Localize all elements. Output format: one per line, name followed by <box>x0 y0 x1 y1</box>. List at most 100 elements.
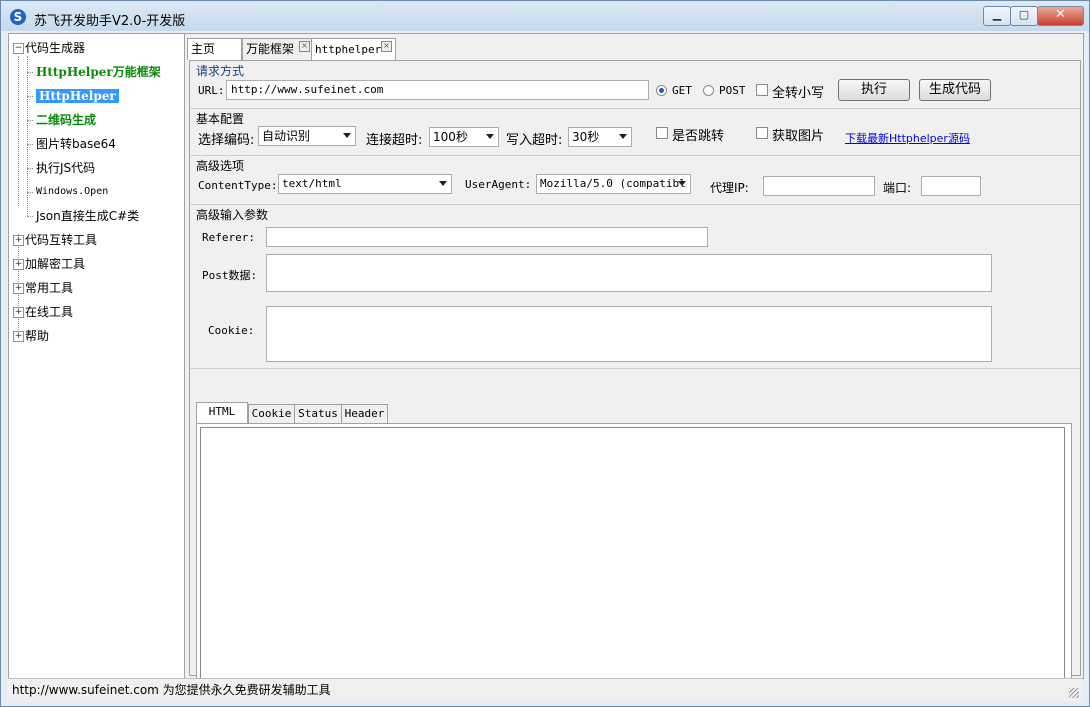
tab-result-header[interactable]: Header <box>341 404 388 423</box>
expand-icon[interactable]: + <box>13 235 24 246</box>
redirect-checkbox[interactable] <box>656 127 668 139</box>
tree-label: 代码生成器 <box>25 41 86 55</box>
close-button[interactable]: ✕ <box>1037 6 1084 26</box>
conn-timeout-select[interactable]: 100秒 <box>429 127 499 147</box>
post-radio[interactable] <box>703 85 714 96</box>
user-agent-select[interactable]: Mozilla/5.0 (compatibl <box>536 174 691 194</box>
resize-grip-icon[interactable] <box>1069 688 1079 698</box>
redirect-label: 是否跳转 <box>672 129 725 144</box>
get-image-label: 获取图片 <box>772 129 825 144</box>
tree-item-qrcode[interactable]: 二维码生成 <box>36 110 96 130</box>
collapse-icon[interactable]: − <box>13 43 24 54</box>
tree-label: 常用工具 <box>25 281 74 295</box>
advanced-group-separator <box>190 155 1080 156</box>
content-type-select[interactable]: text/html <box>278 174 452 194</box>
cookie-label: Cookie: <box>208 324 255 337</box>
chevron-down-icon <box>343 133 351 138</box>
get-radio[interactable] <box>656 85 667 96</box>
tab-label: httphelper <box>315 43 382 56</box>
referer-label: Referer: <box>202 231 255 244</box>
tree-label: 帮助 <box>25 329 50 343</box>
tree-root-code-generator[interactable]: − 代码生成器 <box>13 38 85 58</box>
minimize-icon: ▁ <box>992 8 1002 21</box>
tree-item-httphelper[interactable]: HttpHelper <box>36 86 119 106</box>
minimize-button[interactable]: ▁ <box>983 6 1011 26</box>
referer-input[interactable] <box>266 227 708 247</box>
httphelper-panel: 请求方式 URL: http://www.sufeinet.com GET PO… <box>189 60 1081 697</box>
expand-icon[interactable]: + <box>13 259 24 270</box>
tree-root-online[interactable]: + 在线工具 <box>13 302 73 322</box>
download-source-link[interactable]: 下载最新Httphelper源码 <box>845 130 970 146</box>
tab-label: 万能框架 <box>246 42 295 56</box>
lowercase-label: 全转小写 <box>772 86 825 101</box>
tab-label: 主页 <box>191 42 216 56</box>
tab-result-html[interactable]: HTML <box>196 402 248 423</box>
encoding-select[interactable]: 自动识别 <box>258 126 356 146</box>
tree-item-run-js[interactable]: 执行JS代码 <box>36 158 95 178</box>
tab-framework[interactable]: 万能框架 × <box>242 38 312 60</box>
conn-timeout-value: 100秒 <box>433 130 468 144</box>
advanced-group-label: 高级选项 <box>196 159 245 173</box>
tree-label: Json直接生成C#类 <box>36 209 140 223</box>
tab-home[interactable]: 主页 <box>187 38 242 60</box>
cookie-textarea[interactable] <box>266 306 992 362</box>
maximize-button[interactable]: ▢ <box>1010 6 1038 26</box>
post-data-textarea[interactable] <box>266 254 992 292</box>
lowercase-checkbox[interactable] <box>756 84 768 96</box>
tree-root-code-convert[interactable]: + 代码互转工具 <box>13 230 97 250</box>
tree-label: 加解密工具 <box>25 257 86 271</box>
close-tab-icon[interactable]: × <box>299 41 310 52</box>
result-textarea[interactable] <box>200 427 1065 693</box>
basic-group-label: 基本配置 <box>196 112 245 126</box>
params-bottom-separator <box>190 368 1080 369</box>
tab-result-cookie[interactable]: Cookie <box>248 404 295 423</box>
write-timeout-select[interactable]: 30秒 <box>568 127 632 147</box>
tab-httphelper[interactable]: httphelper × <box>311 38 396 60</box>
params-group-separator <box>190 204 1080 205</box>
tree-root-common[interactable]: + 常用工具 <box>13 278 73 298</box>
tree-root-crypto[interactable]: + 加解密工具 <box>13 254 85 274</box>
post-label: POST <box>719 84 746 97</box>
chevron-down-icon <box>619 134 627 139</box>
app-logo-icon: S <box>10 9 26 25</box>
write-timeout-label: 写入超时: <box>506 133 563 148</box>
tree-label: HttpHelper万能框架 <box>36 65 161 79</box>
execute-button[interactable]: 执行 <box>838 79 910 101</box>
result-panel <box>196 423 1072 697</box>
proxy-ip-input[interactable] <box>763 176 875 196</box>
expand-icon[interactable]: + <box>13 331 24 342</box>
tree-root-help[interactable]: + 帮助 <box>13 326 49 346</box>
expand-icon[interactable]: + <box>13 283 24 294</box>
close-icon: ✕ <box>1055 7 1066 22</box>
tree-item-image-base64[interactable]: 图片转base64 <box>36 134 116 154</box>
port-input[interactable] <box>921 176 981 196</box>
chevron-down-icon <box>486 134 494 139</box>
tree-label: 在线工具 <box>25 305 74 319</box>
tree-label: 代码互转工具 <box>25 233 98 247</box>
tree-label: Windows.Open <box>36 186 109 197</box>
tool-tree: − 代码生成器 HttpHelper万能框架 HttpHelper 二维码生成 图… <box>9 34 185 678</box>
maximize-icon: ▢ <box>1018 8 1030 21</box>
proxy-ip-label: 代理IP: <box>710 181 749 195</box>
basic-group-separator <box>190 108 1080 109</box>
port-label: 端口: <box>883 181 912 195</box>
get-image-checkbox[interactable] <box>756 127 768 139</box>
generate-code-button[interactable]: 生成代码 <box>919 79 991 101</box>
tree-item-windows-open[interactable]: Windows.Open <box>36 182 108 202</box>
user-agent-label: UserAgent: <box>465 178 532 191</box>
app-window: S 苏飞开发助手V2.0-开发版 ▁ ▢ ✕ − 代码生成器 HttpHelper… <box>0 0 1090 707</box>
tree-label: HttpHelper <box>36 89 119 103</box>
conn-timeout-label: 连接超时: <box>366 133 423 148</box>
url-input[interactable]: http://www.sufeinet.com <box>226 80 649 100</box>
encoding-label: 选择编码: <box>198 133 255 148</box>
close-tab-icon[interactable]: × <box>381 41 392 52</box>
title-bar: S 苏飞开发助手V2.0-开发版 ▁ ▢ ✕ <box>1 1 1089 31</box>
tab-result-status[interactable]: Status <box>294 404 342 423</box>
tree-item-json-csharp[interactable]: Json直接生成C#类 <box>36 206 139 226</box>
request-group-label: 请求方式 <box>196 64 245 78</box>
tree-item-httphelper-framework[interactable]: HttpHelper万能框架 <box>36 62 161 82</box>
expand-icon[interactable]: + <box>13 307 24 318</box>
window-title: 苏飞开发助手V2.0-开发版 <box>34 14 186 29</box>
post-data-label: Post数据: <box>202 269 258 282</box>
chevron-down-icon <box>439 181 447 186</box>
